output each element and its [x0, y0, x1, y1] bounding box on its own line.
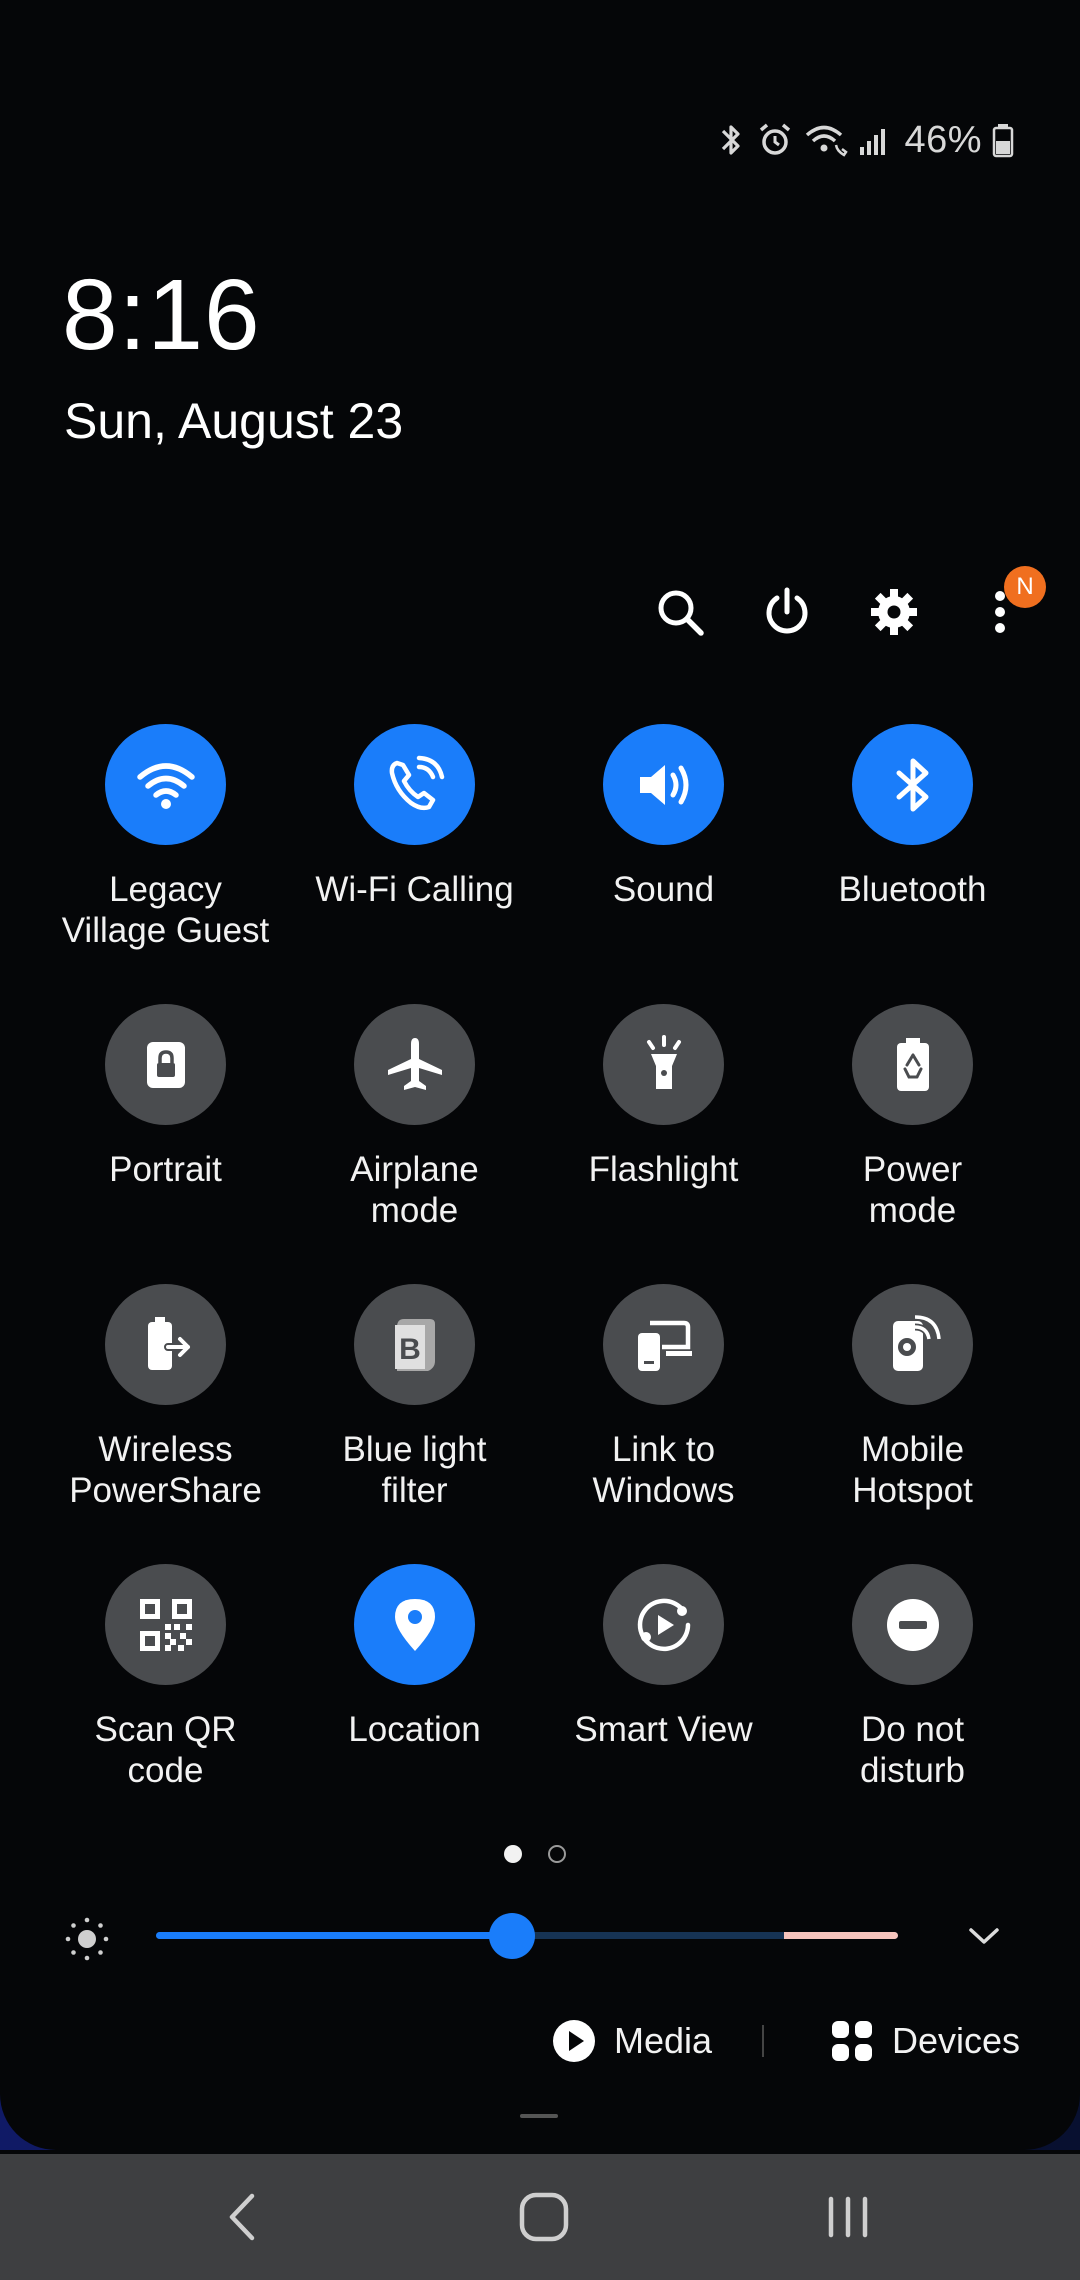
tile-label: Bluetooth — [838, 870, 987, 909]
media-devices-row: Media Devices — [0, 2015, 1080, 2071]
wifi-calling-icon[interactable] — [354, 724, 475, 845]
brightness-warm-segment — [784, 1932, 898, 1939]
brightness-icon — [65, 1917, 109, 1961]
tile-wifi[interactable]: Legacy Village Guest — [40, 724, 291, 984]
settings-button[interactable] — [854, 572, 934, 652]
back-button[interactable] — [172, 2154, 312, 2280]
play-icon — [553, 2020, 595, 2062]
hotspot-icon[interactable] — [852, 1284, 973, 1405]
page-indicator — [504, 1845, 566, 1863]
clock-time: 8:16 — [62, 259, 261, 371]
tile-hotspot[interactable]: Mobile Hotspot — [787, 1284, 1038, 1544]
tile-label: Smart View — [574, 1710, 753, 1749]
wifi-icon[interactable] — [105, 724, 226, 845]
powershare-icon[interactable] — [105, 1284, 226, 1405]
tile-label: Sound — [612, 870, 715, 909]
panel-drag-handle[interactable] — [520, 2114, 558, 2118]
settings-icon — [871, 589, 917, 635]
signal-icon — [860, 129, 886, 155]
home-button[interactable] — [474, 2154, 614, 2280]
tile-sound[interactable]: Sound — [538, 724, 789, 984]
quick-panel: 46% 8:16 Sun, August 23 N Legacy Village… — [0, 0, 1080, 2150]
tile-label: Airplane mode — [350, 1150, 479, 1230]
qr-code-icon[interactable] — [105, 1564, 226, 1685]
media-divider — [762, 2025, 764, 2057]
blue-light-icon[interactable]: B — [354, 1284, 475, 1405]
tile-qr-code[interactable]: Scan QR code — [40, 1564, 291, 1824]
status-bar: 46% — [716, 112, 1014, 168]
flashlight-icon[interactable] — [603, 1004, 724, 1125]
brightness-row — [0, 1905, 1080, 1965]
tile-label: Scan QR code — [94, 1710, 237, 1790]
dnd-icon[interactable] — [852, 1564, 973, 1685]
tile-label: Do not disturb — [859, 1710, 966, 1790]
tile-label: Location — [348, 1710, 481, 1749]
navigation-bar — [0, 2154, 1080, 2280]
tile-blue-light[interactable]: B Blue light filter — [289, 1284, 540, 1544]
media-label: Media — [614, 2020, 713, 2061]
wifi-calling-icon — [806, 125, 849, 157]
sound-icon[interactable] — [603, 724, 724, 845]
smart-view-icon[interactable] — [603, 1564, 724, 1685]
recents-icon — [828, 2196, 868, 2238]
battery-percent: 46% — [904, 118, 982, 161]
power-button[interactable] — [747, 572, 827, 652]
clock-date: Sun, August 23 — [64, 393, 404, 449]
tile-label: Flashlight — [588, 1150, 739, 1189]
tile-portrait-lock[interactable]: Portrait — [40, 1004, 291, 1264]
brightness-thumb[interactable] — [489, 1913, 536, 1959]
tile-label: Power mode — [862, 1150, 963, 1230]
alarm-icon — [760, 123, 791, 155]
battery-icon — [992, 124, 1014, 158]
tile-label: Link to Windows — [592, 1430, 735, 1510]
tile-smart-view[interactable]: Smart View — [538, 1564, 789, 1824]
back-icon — [229, 2193, 255, 2241]
location-icon[interactable] — [354, 1564, 475, 1685]
tile-power-mode[interactable]: Power mode — [787, 1004, 1038, 1264]
media-button[interactable]: Media — [552, 2019, 712, 2063]
search-icon — [658, 590, 704, 636]
tile-bluetooth[interactable]: Bluetooth — [787, 724, 1038, 984]
airplane-icon[interactable] — [354, 1004, 475, 1125]
chevron-down-icon[interactable] — [966, 1918, 1002, 1954]
tile-wifi-calling[interactable]: Wi-Fi Calling — [289, 724, 540, 984]
devices-icon — [832, 2021, 872, 2061]
tile-label: Portrait — [109, 1150, 222, 1189]
tile-label: Blue light filter — [342, 1430, 487, 1510]
devices-label: Devices — [892, 2020, 1021, 2061]
search-button[interactable] — [640, 572, 720, 652]
link-windows-icon[interactable] — [603, 1284, 724, 1405]
tile-link-windows[interactable]: Link to Windows — [538, 1284, 789, 1544]
tile-label: Wi-Fi Calling — [315, 870, 514, 909]
bluetooth-icon — [722, 125, 741, 155]
tile-label: Wireless PowerShare — [69, 1430, 262, 1510]
svg-text:B: B — [399, 1333, 421, 1366]
bluetooth-icon[interactable] — [852, 724, 973, 845]
notification-badge: N — [1004, 566, 1046, 608]
page-dot-2[interactable] — [548, 1845, 566, 1863]
page-dot-1[interactable] — [504, 1845, 522, 1863]
devices-button[interactable]: Devices — [830, 2019, 1020, 2063]
tile-airplane[interactable]: Airplane mode — [289, 1004, 540, 1264]
tile-flashlight[interactable]: Flashlight — [538, 1004, 789, 1264]
top-actions — [0, 572, 1080, 652]
brightness-fill — [156, 1932, 513, 1939]
recents-button[interactable] — [778, 2154, 918, 2280]
tile-powershare[interactable]: Wireless PowerShare — [40, 1284, 291, 1544]
tile-dnd[interactable]: Do not disturb — [787, 1564, 1038, 1824]
power-mode-icon[interactable] — [852, 1004, 973, 1125]
tile-label: Mobile Hotspot — [852, 1430, 973, 1510]
portrait-lock-icon[interactable] — [105, 1004, 226, 1125]
tile-label: Legacy Village Guest — [61, 870, 270, 950]
tile-location[interactable]: Location — [289, 1564, 540, 1824]
home-icon — [519, 2192, 569, 2242]
power-icon — [766, 587, 808, 634]
